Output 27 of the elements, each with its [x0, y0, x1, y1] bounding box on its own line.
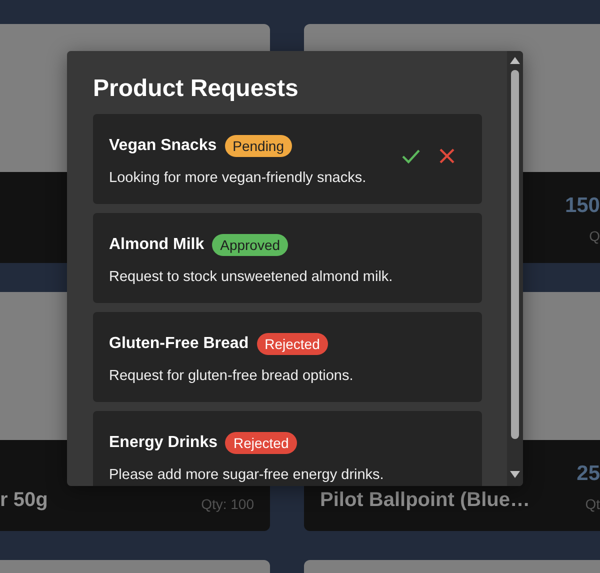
request-title: Energy Drinks — [109, 434, 218, 452]
product-price: 150 — [564, 194, 600, 218]
product-quantity: Q — [589, 228, 600, 244]
dialog-title: Product Requests — [93, 75, 300, 103]
product-quantity: Qty: 100 — [201, 496, 254, 512]
request-title: Gluten-Free Bread — [109, 335, 249, 353]
status-badge: Rejected — [256, 333, 328, 355]
request-title: Vegan Snacks — [109, 137, 217, 155]
request-description: Please add more sugar-free energy drinks. — [109, 467, 385, 483]
product-quantity: Qt — [585, 496, 600, 512]
request-description: Request for gluten-free bread options. — [109, 368, 354, 384]
check-icon — [401, 148, 421, 164]
scrollbar[interactable] — [507, 51, 523, 486]
scrollbar-thumb[interactable] — [511, 70, 519, 439]
product-name: Pilot Ballpoint (Blue… — [320, 489, 530, 512]
product-name: r 50g — [0, 489, 48, 512]
scroll-down-arrow-icon[interactable] — [510, 471, 520, 478]
status-badge: Approved — [212, 234, 288, 256]
request-description: Looking for more vegan-friendly snacks. — [109, 170, 368, 186]
status-badge: Rejected — [225, 432, 297, 454]
scroll-up-arrow-icon[interactable] — [510, 57, 520, 64]
product-price: 25 — [576, 462, 600, 486]
close-icon — [439, 148, 455, 164]
request-description: Request to stock unsweetened almond milk. — [109, 269, 394, 285]
request-title: Almond Milk — [109, 236, 204, 254]
reject-button[interactable] — [437, 146, 457, 166]
status-badge: Pending — [224, 135, 292, 157]
